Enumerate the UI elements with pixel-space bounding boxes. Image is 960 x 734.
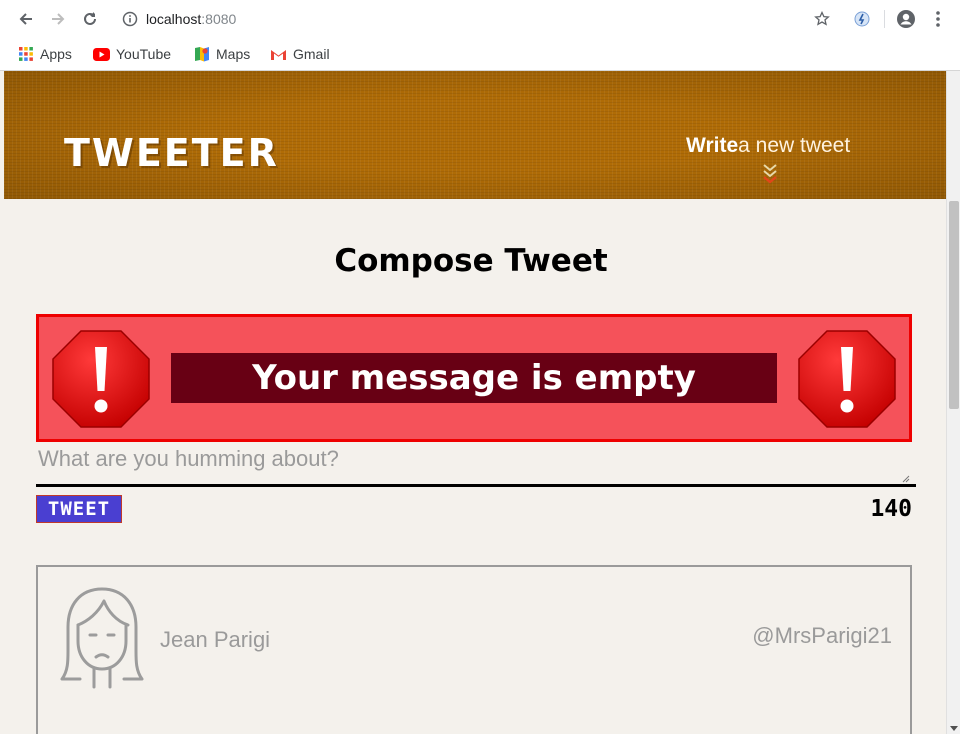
gmail-icon [271,49,286,60]
avatar [60,587,144,689]
error-message: Your message is empty [171,353,777,403]
write-rest-text: a new tweet [738,134,851,157]
reload-icon[interactable] [78,7,102,31]
resize-grip-icon[interactable] [902,475,910,483]
forward-icon[interactable] [46,7,70,31]
site-logo[interactable]: TWEETER [64,133,279,173]
tweet-textarea[interactable] [36,446,916,487]
page-content: TWEETER Writea new tweet Compose Tweet Y… [0,71,946,734]
bookmark-star-icon[interactable] [810,7,834,31]
back-icon[interactable] [14,7,38,31]
error-banner: Your message is empty [36,314,912,442]
browser-toolbar: localhost:8080 [0,0,960,39]
tweet-card: Jean Parigi @MrsParigi21 [36,565,912,734]
bookmark-apps[interactable]: Apps [18,44,72,64]
character-counter: 140 [870,496,912,522]
menu-icon[interactable] [926,7,950,31]
site-header: TWEETER Writea new tweet [4,71,946,199]
bookmark-youtube[interactable]: YouTube [93,44,171,64]
extension-icon[interactable] [850,7,874,31]
write-bold-text: Write [686,134,739,157]
warning-stop-sign-icon-right [798,330,896,428]
bookmark-label-gmail: Gmail [293,46,330,62]
url-host: localhost [146,11,202,27]
bookmark-gmail[interactable]: Gmail [270,44,330,64]
bookmark-label-youtube: YouTube [116,46,172,62]
tweet-button[interactable]: TWEET [36,495,122,523]
maps-icon [195,47,209,62]
scroll-down-arrow-icon[interactable] [950,724,958,732]
account-icon[interactable] [894,7,918,31]
tweet-author-handle: @MrsParigi21 [752,623,892,648]
address-bar[interactable]: localhost:8080 [146,8,236,30]
bookmark-label-maps: Maps [216,46,251,62]
youtube-icon [93,47,110,61]
scrollbar[interactable] [946,71,960,734]
info-icon[interactable] [118,7,142,31]
scrollbar-thumb[interactable] [949,201,959,409]
compose-title: Compose Tweet [334,243,608,279]
bookmarks-bar: Apps YouTube Maps Gmail [0,38,960,71]
url-port: :8080 [201,11,237,27]
bookmark-maps[interactable]: Maps [194,44,250,64]
bookmark-label-apps: Apps [40,46,72,62]
tweet-author-name: Jean Parigi [160,627,271,652]
double-chevron-down-icon[interactable] [760,161,780,185]
toolbar-divider [884,10,885,28]
write-new-tweet-link[interactable]: Writea new tweet [686,133,850,159]
warning-stop-sign-icon [52,330,150,428]
apps-grid-icon [19,47,33,61]
